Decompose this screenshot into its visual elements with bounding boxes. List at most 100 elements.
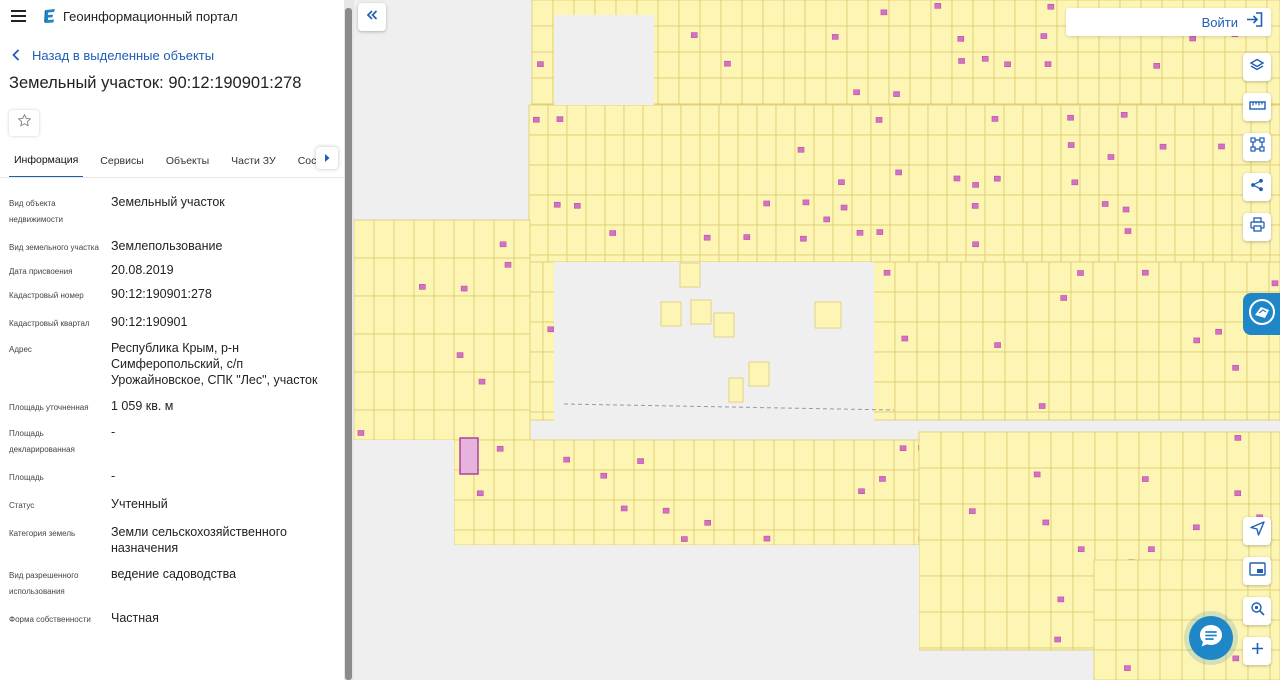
land-parcel[interactable] <box>888 0 911 27</box>
land-parcel[interactable] <box>1098 134 1119 166</box>
land-parcel[interactable] <box>513 409 531 441</box>
building[interactable] <box>478 378 486 385</box>
land-parcel[interactable] <box>1174 104 1195 136</box>
land-parcel[interactable] <box>773 499 795 531</box>
land-parcel[interactable] <box>984 539 1008 577</box>
land-parcel[interactable] <box>585 254 606 263</box>
building[interactable] <box>895 169 902 176</box>
land-parcel[interactable] <box>566 104 587 136</box>
land-parcel[interactable] <box>918 503 942 541</box>
land-parcel[interactable] <box>916 291 940 323</box>
land-parcel[interactable] <box>825 51 848 79</box>
land-parcel[interactable] <box>813 134 834 166</box>
land-parcel[interactable] <box>623 104 644 136</box>
land-parcel[interactable] <box>1204 503 1228 541</box>
building[interactable] <box>957 36 965 42</box>
land-parcel[interactable] <box>728 377 744 403</box>
land-parcel[interactable] <box>1203 77 1226 105</box>
map-view[interactable] <box>354 0 1280 680</box>
building[interactable] <box>1054 636 1061 643</box>
land-parcel[interactable] <box>699 25 722 53</box>
land-parcel[interactable] <box>720 77 743 105</box>
building[interactable] <box>1148 546 1155 553</box>
land-parcel[interactable] <box>604 164 625 196</box>
land-parcel[interactable] <box>1117 134 1138 166</box>
land-parcel[interactable] <box>680 164 701 196</box>
land-parcel[interactable] <box>1050 647 1074 651</box>
land-parcel[interactable] <box>1003 164 1024 196</box>
building[interactable] <box>993 175 1001 182</box>
land-parcel[interactable] <box>713 439 735 471</box>
land-parcel[interactable] <box>940 431 964 469</box>
land-parcel[interactable] <box>867 51 890 79</box>
land-parcel[interactable] <box>804 51 827 79</box>
land-parcel[interactable] <box>1079 134 1100 166</box>
land-parcel[interactable] <box>846 25 869 53</box>
land-parcel[interactable] <box>1180 291 1204 323</box>
land-parcel[interactable] <box>938 321 962 353</box>
land-parcel[interactable] <box>1041 194 1062 226</box>
land-parcel[interactable] <box>393 333 415 373</box>
building[interactable] <box>823 216 831 223</box>
land-parcel[interactable] <box>927 104 948 136</box>
land-parcel[interactable] <box>930 51 953 79</box>
building[interactable] <box>1271 280 1279 287</box>
land-parcel[interactable] <box>793 529 815 546</box>
building[interactable] <box>1232 655 1240 662</box>
land-parcel[interactable] <box>756 104 777 136</box>
building[interactable] <box>1193 337 1201 344</box>
land-parcel[interactable] <box>533 499 555 531</box>
building[interactable] <box>1124 228 1132 234</box>
minimap-button[interactable] <box>1243 557 1271 585</box>
land-parcel[interactable] <box>889 194 910 226</box>
land-parcel[interactable] <box>699 254 720 263</box>
land-parcel[interactable] <box>984 194 1005 226</box>
land-parcel[interactable] <box>1050 431 1074 469</box>
land-parcel[interactable] <box>1136 224 1157 256</box>
land-parcel[interactable] <box>1022 164 1043 196</box>
land-parcel[interactable] <box>927 224 948 256</box>
favorite-button[interactable] <box>9 110 39 136</box>
land-parcel[interactable] <box>984 467 1008 505</box>
building[interactable] <box>1101 201 1109 207</box>
land-parcel[interactable] <box>773 469 795 501</box>
building[interactable] <box>690 32 698 38</box>
land-parcel[interactable] <box>1155 194 1176 226</box>
land-parcel[interactable] <box>1246 381 1270 413</box>
land-parcel[interactable] <box>872 261 896 293</box>
land-parcel[interactable] <box>453 219 475 259</box>
land-parcel[interactable] <box>851 134 872 166</box>
building[interactable] <box>1044 61 1052 67</box>
land-parcel[interactable] <box>1193 254 1214 263</box>
land-parcel[interactable] <box>965 224 986 256</box>
land-parcel[interactable] <box>1006 647 1030 651</box>
land-parcel[interactable] <box>946 224 967 256</box>
land-parcel[interactable] <box>946 134 967 166</box>
land-parcel[interactable] <box>894 351 918 383</box>
land-parcel[interactable] <box>853 529 875 546</box>
land-parcel[interactable] <box>1060 224 1081 256</box>
land-parcel[interactable] <box>473 529 495 546</box>
land-parcel[interactable] <box>888 25 911 53</box>
land-parcel[interactable] <box>1270 431 1280 469</box>
land-parcel[interactable] <box>1028 575 1052 613</box>
land-parcel[interactable] <box>613 529 635 546</box>
land-parcel[interactable] <box>1094 467 1118 505</box>
land-parcel[interactable] <box>661 134 682 166</box>
land-parcel[interactable] <box>872 411 896 421</box>
land-parcel[interactable] <box>373 295 395 335</box>
land-parcel[interactable] <box>846 0 869 27</box>
land-parcel[interactable] <box>1137 619 1161 651</box>
land-parcel[interactable] <box>528 254 549 263</box>
land-parcel[interactable] <box>1119 77 1142 105</box>
land-parcel[interactable] <box>1193 194 1214 226</box>
land-parcel[interactable] <box>623 254 644 263</box>
land-parcel[interactable] <box>908 224 929 256</box>
land-parcel[interactable] <box>585 224 606 256</box>
land-parcel[interactable] <box>733 529 755 546</box>
land-parcel[interactable] <box>870 254 891 263</box>
land-parcel[interactable] <box>1116 431 1140 469</box>
land-parcel[interactable] <box>762 25 785 53</box>
land-parcel[interactable] <box>1181 589 1205 621</box>
land-parcel[interactable] <box>373 333 395 373</box>
